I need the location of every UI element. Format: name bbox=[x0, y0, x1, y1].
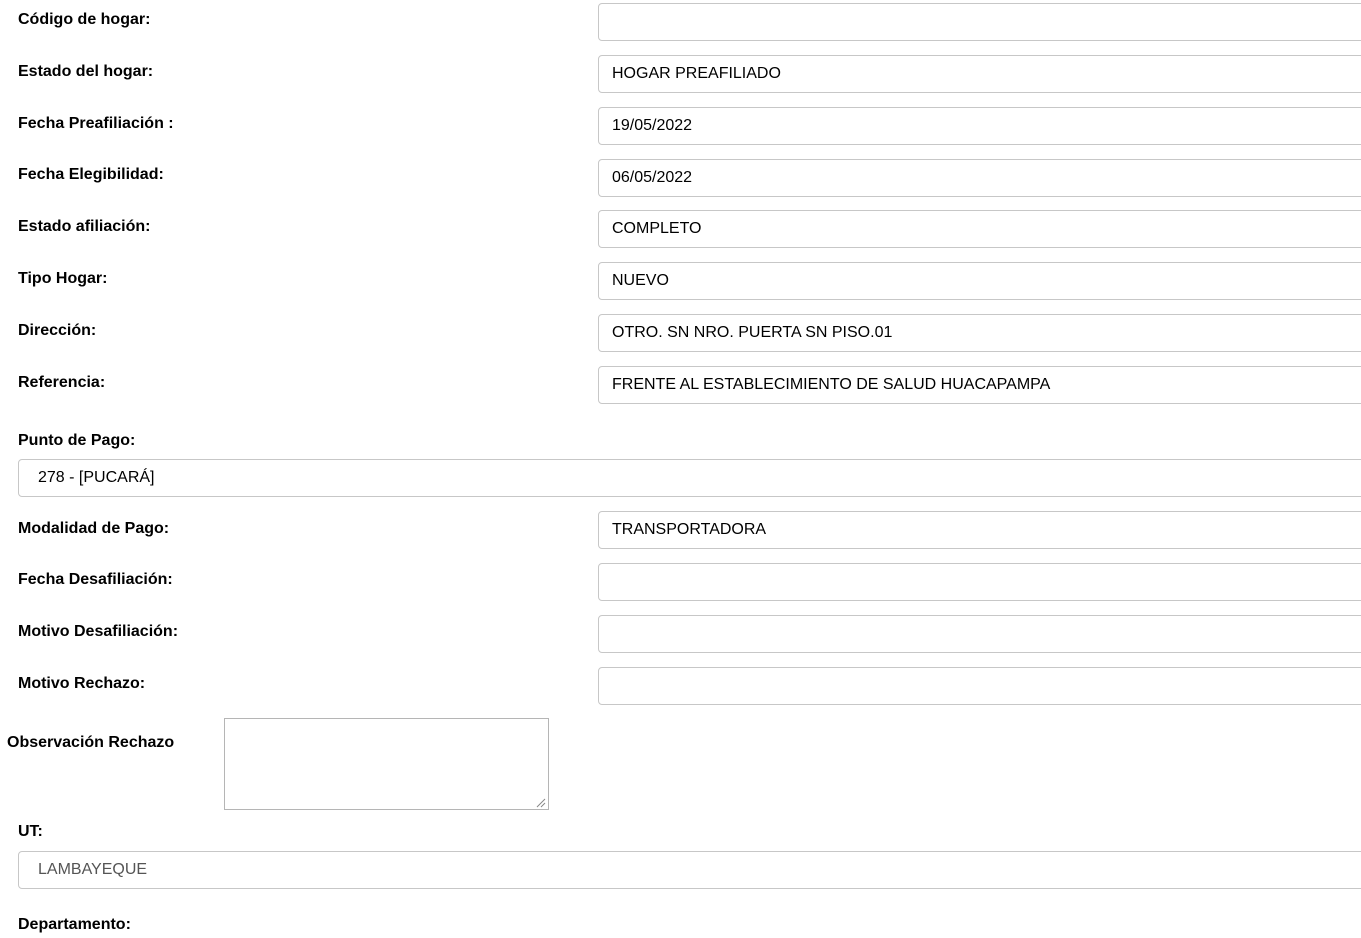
fecha-preafiliacion-label: Fecha Preafiliación : bbox=[18, 115, 174, 132]
observacion-rechazo-label: Observación Rechazo bbox=[7, 734, 175, 751]
fecha-desafiliacion-label: Fecha Desafiliación: bbox=[18, 571, 173, 588]
direccion-field[interactable]: OTRO. SN NRO. PUERTA SN PISO.01 bbox=[598, 314, 1361, 352]
tipo-hogar-label: Tipo Hogar: bbox=[18, 270, 108, 287]
estado-afiliacion-field[interactable]: COMPLETO bbox=[598, 210, 1361, 248]
fecha-preafiliacion-field[interactable]: 19/05/2022 bbox=[598, 107, 1361, 145]
punto-pago-label: Punto de Pago: bbox=[18, 432, 136, 449]
punto-pago-select[interactable]: 278 - [PUCARÁ] bbox=[18, 459, 1361, 497]
motivo-rechazo-label: Motivo Rechazo: bbox=[18, 675, 146, 692]
motivo-desafiliacion-field[interactable] bbox=[598, 615, 1361, 653]
codigo-hogar-label: Código de hogar: bbox=[18, 11, 151, 28]
tipo-hogar-field[interactable]: NUEVO bbox=[598, 262, 1361, 300]
ut-select[interactable]: LAMBAYEQUE bbox=[18, 851, 1361, 889]
fecha-elegibilidad-label: Fecha Elegibilidad: bbox=[18, 166, 164, 183]
fecha-elegibilidad-field[interactable]: 06/05/2022 bbox=[598, 159, 1361, 197]
modalidad-pago-label: Modalidad de Pago: bbox=[18, 520, 170, 537]
referencia-label: Referencia: bbox=[18, 374, 106, 391]
observacion-rechazo-textarea[interactable] bbox=[224, 718, 549, 810]
fecha-desafiliacion-field[interactable] bbox=[598, 563, 1361, 601]
referencia-field[interactable]: FRENTE AL ESTABLECIMIENTO DE SALUD HUACA… bbox=[598, 366, 1361, 404]
estado-afiliacion-label: Estado afiliación: bbox=[18, 218, 151, 235]
ut-selected: LAMBAYEQUE bbox=[38, 861, 148, 878]
motivo-desafiliacion-label: Motivo Desafiliación: bbox=[18, 623, 179, 640]
estado-hogar-label: Estado del hogar: bbox=[18, 63, 154, 80]
household-form: Código de hogar: Estado del hogar: HOGAR… bbox=[0, 0, 1361, 938]
direccion-label: Dirección: bbox=[18, 322, 97, 339]
motivo-rechazo-field[interactable] bbox=[598, 667, 1361, 705]
estado-hogar-field[interactable]: HOGAR PREAFILIADO bbox=[598, 55, 1361, 93]
departamento-label: Departamento: bbox=[18, 916, 131, 933]
chevron-down-icon bbox=[1356, 460, 1361, 496]
punto-pago-selected: 278 - [PUCARÁ] bbox=[38, 469, 155, 486]
ut-label: UT: bbox=[18, 823, 43, 840]
modalidad-pago-field[interactable]: TRANSPORTADORA bbox=[598, 511, 1361, 549]
chevron-down-icon bbox=[1356, 852, 1361, 888]
codigo-hogar-field[interactable] bbox=[598, 3, 1361, 41]
resize-grip-icon[interactable] bbox=[534, 795, 546, 808]
